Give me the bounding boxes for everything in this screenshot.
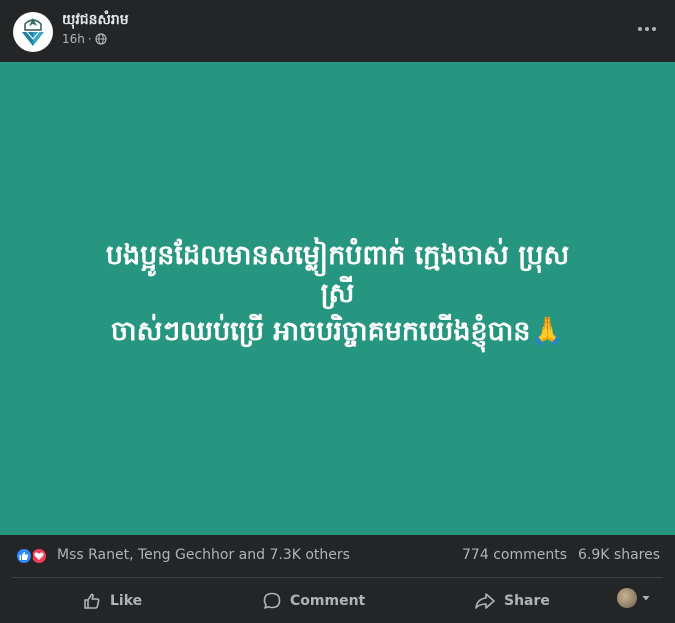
more-options-button[interactable] [635, 17, 659, 41]
reaction-names[interactable]: Mss Ranet, Teng Gechhor and 7.3K others [57, 547, 350, 563]
more-dot-icon [638, 27, 642, 31]
user-avatar [617, 588, 637, 608]
page-avatar[interactable] [13, 12, 53, 52]
page-logo [22, 18, 44, 46]
post-text-line-2: ស្រី [320, 277, 355, 309]
post-image-text: បងប្អូនដែលមានសម្លៀកបំពាក់ ក្មេងចាស់ ប្រុ… [28, 237, 648, 351]
reactions-bar: Mss Ranet, Teng Gechhor and 7.3K others … [0, 535, 675, 577]
globe-icon[interactable] [95, 33, 107, 45]
comments-count[interactable]: 774 comments [462, 547, 567, 563]
share-arrow-icon [475, 593, 495, 609]
meta-separator: · [87, 32, 92, 46]
post-meta: 16h · [62, 32, 107, 46]
comment-bubble-icon [263, 592, 281, 609]
thumbs-up-icon [84, 593, 100, 609]
post-image[interactable]: បងប្អូនដែលមានសម្លៀកបំពាក់ ក្មេងចាស់ ប្រុ… [0, 62, 675, 535]
share-button[interactable]: Share [474, 584, 550, 618]
post-time[interactable]: 16h [62, 32, 85, 46]
share-label: Share [504, 593, 550, 609]
like-reaction-icon [15, 547, 33, 565]
page-name[interactable]: យុវជនសំរាម [62, 10, 129, 31]
like-button[interactable]: Like [82, 584, 142, 618]
post-header: យុវជនសំរាម 16h · [0, 0, 675, 62]
comment-label: Comment [290, 593, 366, 609]
react-as-selector[interactable] [617, 588, 651, 608]
post-actions: Like Comment Share [0, 578, 675, 623]
shares-count[interactable]: 6.9K shares [578, 547, 660, 563]
comment-button[interactable]: Comment [262, 584, 365, 618]
caret-down-icon [642, 596, 650, 601]
post-text-line-1: បងប្អូនដែលមានសម្លៀកបំពាក់ ក្មេងចាស់ ប្រុ… [105, 239, 570, 271]
more-dot-icon [652, 27, 656, 31]
like-label: Like [110, 593, 143, 609]
more-dot-icon [645, 27, 649, 31]
post-text-line-3: ចាស់ៗឈប់ប្រើ អាចបរិច្ចាគមកយើងខ្ញុំបាន🙏 [110, 315, 565, 347]
reaction-icons[interactable] [15, 547, 53, 565]
engagement-counts: 774 comments 6.9K shares [462, 547, 660, 563]
